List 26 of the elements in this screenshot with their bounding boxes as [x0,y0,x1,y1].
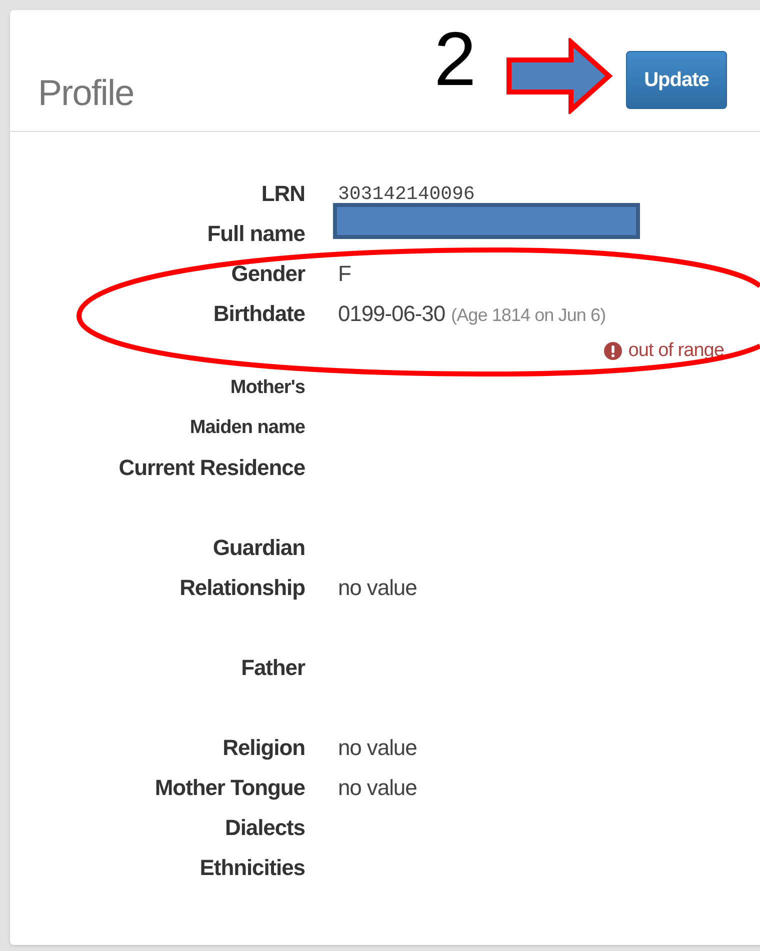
field-value: F [338,260,351,288]
field-label: Mother Tongue [154,774,305,802]
alert-icon [604,342,622,360]
age-note: (Age 1814 on Jun 6) [451,304,606,327]
update-button[interactable]: Update [626,51,727,109]
field-label: LRN [261,180,305,208]
field-label: Guardian [212,534,305,562]
field-value: no value [338,574,417,602]
field-label: Religion [222,734,305,762]
arrow-icon [505,38,615,114]
field-label: Mother's [230,376,305,400]
field-value: 303142140096 [338,182,475,207]
panel-title: Profile [38,75,134,111]
field-value: no value [338,734,417,762]
field-label: Father [241,654,305,682]
field-label: Relationship [180,574,305,602]
field-label: Full name [207,220,305,248]
field-value: 0199-06-30 [338,300,446,328]
field-label: Maiden name [190,416,305,440]
field-label: Gender [231,260,305,288]
field-label: Birthdate [213,300,305,328]
field-label: Current Residence [118,454,305,482]
step-number: 2 [434,22,476,98]
field-value: no value [338,774,417,802]
field-label: Dialects [225,814,305,842]
field-label: Ethnicities [200,854,305,882]
